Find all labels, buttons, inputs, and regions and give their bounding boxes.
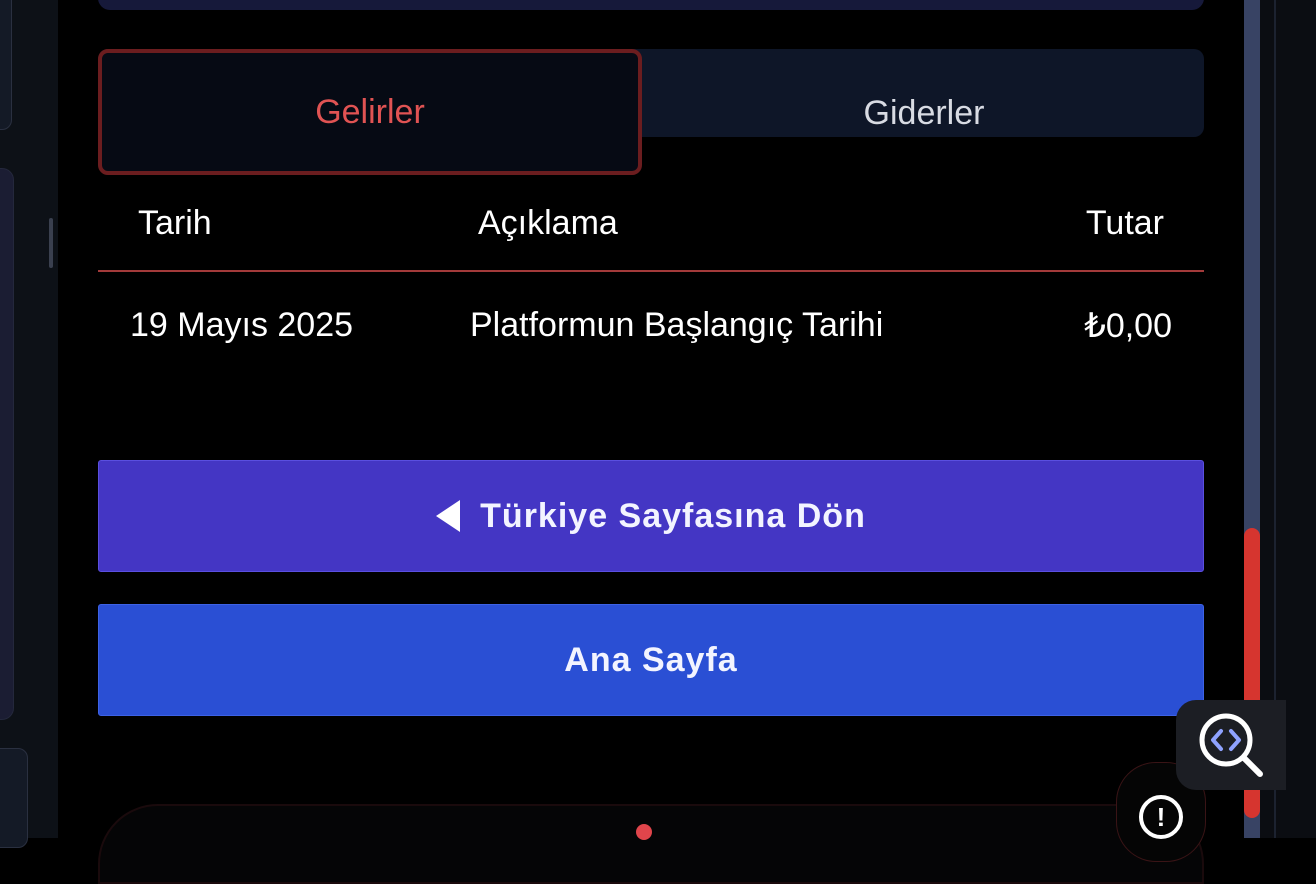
cell-description: Platformun Başlangıç Tarihi	[470, 306, 884, 344]
alert-circle-icon: !	[1139, 795, 1183, 839]
header-amount: Tutar	[1085, 204, 1164, 242]
home-button[interactable]: Ana Sayfa	[98, 604, 1204, 716]
alert-symbol: !	[1156, 801, 1166, 832]
gutter-panel	[0, 748, 28, 848]
code-search-icon	[1199, 713, 1263, 777]
table-row: 19 Mayıs 2025 Platformun Başlangıç Tarih…	[98, 272, 1204, 382]
tab-income[interactable]: Gelirler	[98, 49, 642, 175]
caret-left-icon	[436, 500, 461, 532]
table-header: Tarih Açıklama Tutar	[98, 180, 1204, 272]
tab-expense-label: Giderler	[863, 93, 985, 132]
tab-income-label: Gelirler	[315, 92, 425, 131]
gutter-panel	[0, 168, 14, 720]
gutter-panel	[0, 0, 12, 130]
main-content: Gelirler Giderler Tarih Açıklama Tutar 1…	[58, 0, 1244, 884]
left-gutter	[0, 0, 58, 848]
transactions-table: Tarih Açıklama Tutar 19 Mayıs 2025 Platf…	[98, 180, 1204, 382]
code-search-button[interactable]	[1176, 700, 1286, 790]
bottom-card	[98, 804, 1204, 884]
home-button-label: Ana Sayfa	[564, 640, 738, 679]
resize-handle[interactable]	[49, 218, 53, 268]
back-to-turkey-button[interactable]: Türkiye Sayfasına Dön	[98, 460, 1204, 572]
cell-amount: ₺0,00	[1084, 307, 1172, 345]
top-card	[98, 0, 1204, 10]
tab-bar: Gelirler Giderler	[98, 49, 1204, 175]
header-description: Açıklama	[478, 204, 618, 242]
tab-expense[interactable]: Giderler	[644, 49, 1204, 137]
cell-date: 19 Mayıs 2025	[130, 306, 354, 344]
back-button-label: Türkiye Sayfasına Dön	[480, 496, 866, 535]
header-date: Tarih	[138, 204, 212, 242]
